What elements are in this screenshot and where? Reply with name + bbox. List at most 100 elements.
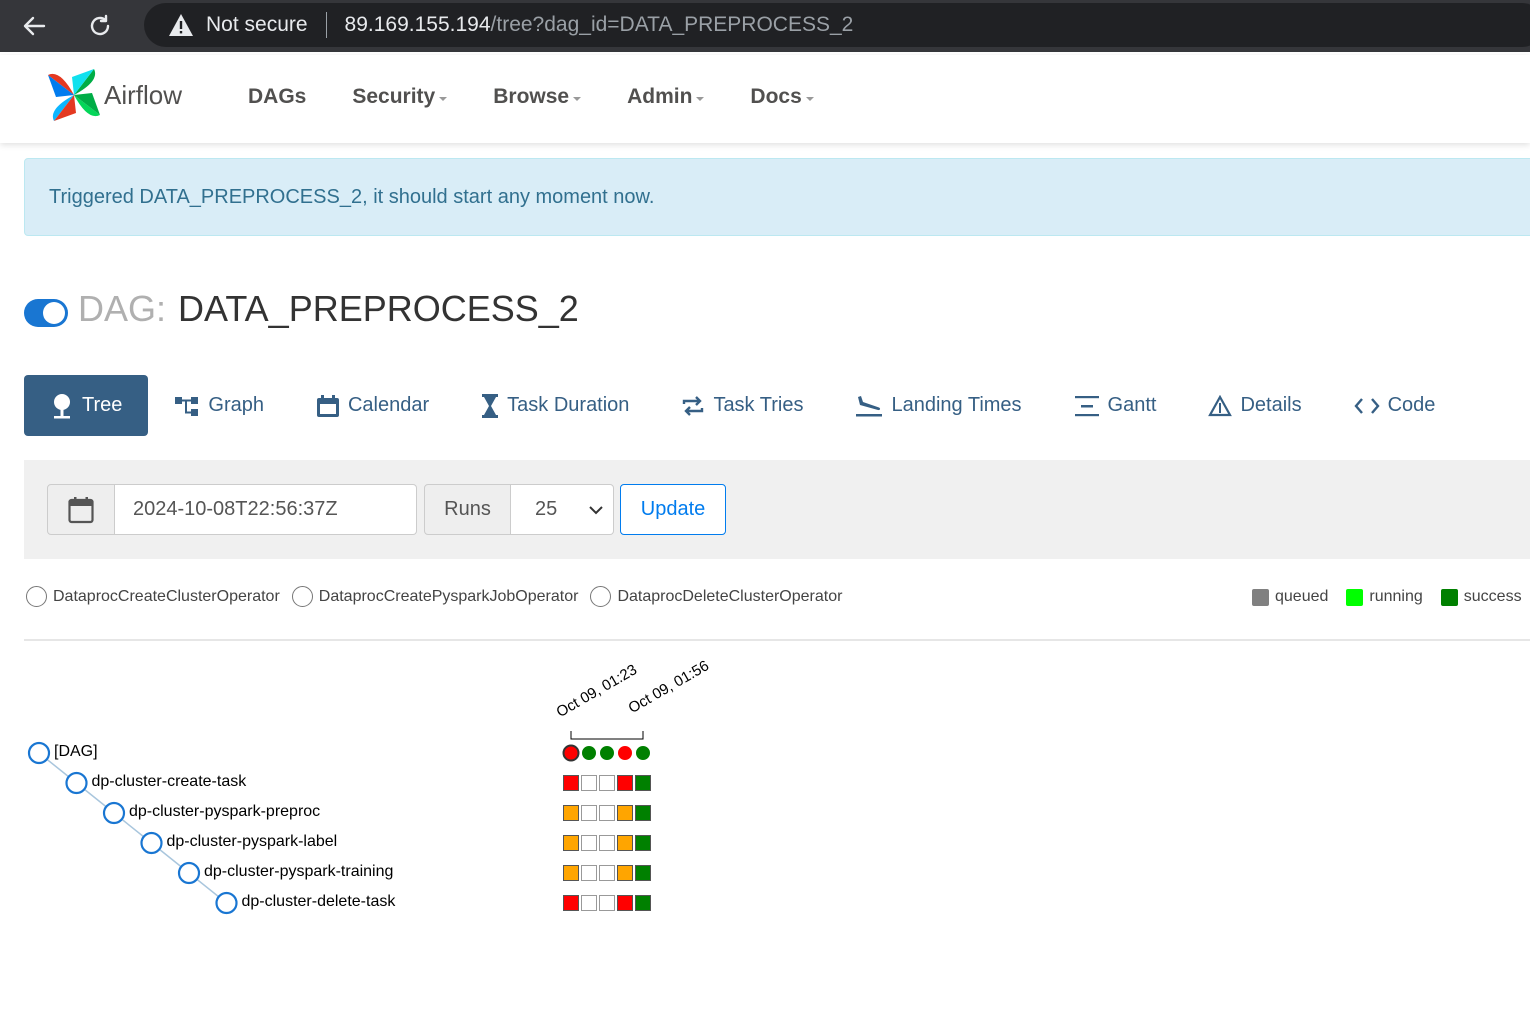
menu-security-label: Security [352,85,436,108]
task-instance-square[interactable] [617,835,633,851]
tree-node-circle[interactable] [102,801,126,825]
task-instance-square[interactable] [617,895,633,911]
task-instance-square[interactable] [635,865,651,881]
caret-down-icon [805,96,814,101]
tab-tree[interactable]: Tree [24,375,149,436]
state-swatch [1346,588,1364,606]
dag-run-circle[interactable] [599,745,615,761]
operator-legend: DataprocCreateClusterOperator DataprocCr… [26,586,854,607]
update-button[interactable]: Update [620,484,726,535]
task-instance-square[interactable] [563,865,579,881]
menu-dags-label: DAGs [248,85,307,108]
tab-landing-times[interactable]: Landing Times [829,375,1047,436]
state-legend-running[interactable]: running [1346,588,1423,606]
menu-docs[interactable]: Docs [750,85,814,109]
task-instance-square[interactable] [581,805,597,821]
tree-node-circle[interactable] [177,861,201,885]
state-legend: queued running success [1252,588,1530,606]
task-instance-square[interactable] [635,835,651,851]
graph-icon [175,396,199,416]
tree-node-label[interactable]: dp-cluster-pyspark-preproc [129,803,320,821]
not-secure-label: Not secure [206,13,308,36]
task-instance-square[interactable] [563,775,579,791]
task-instance-square[interactable] [599,895,615,911]
runs-select-value: 25 [535,498,558,520]
menu-dags[interactable]: DAGs [248,85,306,109]
dag-run-circle[interactable] [562,744,580,762]
menu-browse[interactable]: Browse [493,85,582,109]
tree-node-label[interactable]: dp-cluster-delete-task [242,893,396,911]
task-instance-square[interactable] [599,805,615,821]
task-instance-square[interactable] [563,805,579,821]
task-instance-square[interactable] [563,895,579,911]
caret-down-icon [696,96,705,101]
task-instance-square[interactable] [599,775,615,791]
toggle-knob [43,302,65,324]
brand-link[interactable]: Airflow [46,67,182,123]
state-swatch [1252,588,1269,606]
tree-node-circle[interactable] [27,741,51,765]
task-instance-square[interactable] [617,805,633,821]
pause-toggle[interactable] [24,299,68,327]
tab-task-tries[interactable]: Task Tries [655,375,829,436]
tab-code[interactable]: Code [1328,375,1462,436]
calendar-icon [68,496,94,523]
task-instance-square[interactable] [635,805,651,821]
tree-node-label[interactable]: dp-cluster-pyspark-training [204,863,393,881]
tab-details[interactable]: Details [1182,375,1327,436]
tree-node-circle[interactable] [65,771,88,795]
state-legend-success[interactable]: success [1440,588,1522,606]
state-label: running [1369,588,1423,605]
dag-title: DAG: DATA_PREPROCESS_2 [24,288,579,330]
tab-tree-label: Tree [82,394,123,416]
task-instance-square[interactable] [563,835,579,851]
tab-gantt[interactable]: Gantt [1048,375,1183,436]
tree-node-label[interactable]: [DAG] [54,743,98,761]
url-host: 89.169.155.194 [344,13,491,36]
tree-node-label[interactable]: dp-cluster-create-task [92,773,247,791]
task-instance-square[interactable] [581,895,597,911]
menu-admin[interactable]: Admin [627,85,705,109]
operator-circle [26,586,47,607]
task-instance-square[interactable] [599,835,615,851]
main-menu: DAGs Security Browse Admin Docs [248,85,860,109]
menu-docs-label: Docs [750,85,802,108]
brand-name: Airflow [104,79,183,110]
tab-graph[interactable]: Graph [148,375,290,436]
dag-run-circle[interactable] [581,745,597,761]
task-instance-square[interactable] [635,775,651,791]
airflow-navbar: Airflow DAGs Security Browse Admin Docs [0,55,1530,143]
state-label: queued [1275,588,1329,605]
address-bar[interactable]: Not secure 89.169.155.194 /tree?dag_id=D… [144,3,1530,47]
dag-run-circle[interactable] [617,745,633,761]
airflow-pinwheel-icon [48,69,100,121]
caret-down-icon [439,96,448,101]
tab-calendar-label: Calendar [347,394,430,416]
date-picker-button[interactable] [47,484,115,535]
runs-select[interactable]: 25 [511,484,614,535]
plane-landing-icon [856,395,883,416]
tab-calendar[interactable]: Calendar [290,375,455,436]
menu-security[interactable]: Security [352,85,448,109]
tree-node-circle[interactable] [140,831,163,855]
tree-icon [54,393,70,418]
reload-icon[interactable] [82,8,118,44]
operator-name: DataprocCreatePysparkJobOperator [318,587,579,605]
task-instance-square[interactable] [599,865,615,881]
dag-run-circle[interactable] [635,745,651,761]
tree-node-circle[interactable] [215,891,238,915]
base-date-input[interactable] [115,484,417,535]
task-instance-square[interactable] [581,775,597,791]
task-instance-square[interactable] [635,895,651,911]
task-instance-square[interactable] [581,865,597,881]
omnibox-separator [325,12,327,38]
task-instance-square[interactable] [617,865,633,881]
state-legend-queued[interactable]: queued [1252,588,1328,606]
task-instance-square[interactable] [581,835,597,851]
tab-task-duration[interactable]: Task Duration [455,375,655,436]
operator-legend-item: DataprocDeleteClusterOperator [590,586,842,607]
task-instance-square[interactable] [617,775,633,791]
tab-code-label: Code [1387,394,1436,416]
back-arrow-icon[interactable] [16,8,52,44]
tree-node-label[interactable]: dp-cluster-pyspark-label [167,833,338,851]
